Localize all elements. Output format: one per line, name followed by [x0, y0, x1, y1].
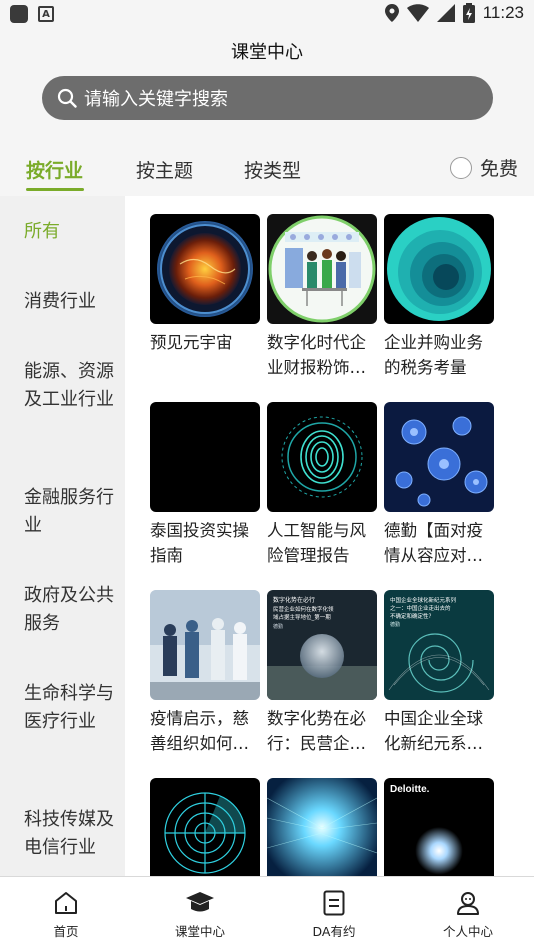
nav-label: DA有约 — [312, 924, 356, 939]
course-title: 预见元宇宙 — [150, 333, 233, 352]
course-card[interactable] — [267, 778, 379, 876]
course-title: 中国企业全球化新纪元系… — [384, 709, 483, 753]
course-title: 人工智能与风险管理报告 — [267, 521, 366, 565]
battery-icon — [462, 3, 475, 23]
course-title: 疫情启示，慈善组织如何… — [150, 709, 249, 753]
thumb-text-line: 德勤 — [273, 623, 283, 630]
course-card[interactable]: 疫情启示，慈善组织如何… — [150, 590, 262, 756]
course-title: 数字化势在必行：民营企… — [267, 709, 366, 753]
nav-home[interactable]: 首页 — [26, 889, 106, 940]
course-thumbnail: 中国企业全球化新纪元系列 之一：中国企业走出去的 不确定和确定性？ 德勤 — [384, 590, 494, 700]
course-thumbnail — [150, 402, 260, 512]
thumb-text-line: 德勤 — [390, 621, 400, 628]
course-card[interactable]: 人工智能与风险管理报告 — [267, 402, 379, 568]
course-card[interactable]: 企业并购业务的税务考量 — [384, 214, 496, 380]
course-thumbnail — [267, 402, 377, 512]
course-thumbnail: 数字化势在必行 民营企业如何在数字化领 域占据主导地位_第一期 德勤 — [267, 590, 377, 700]
course-card[interactable]: 数字化时代企业财报粉饰… — [267, 214, 379, 380]
search-placeholder: 请输入关键字搜索 — [84, 89, 228, 110]
course-card[interactable]: 预见元宇宙 — [150, 214, 262, 380]
free-filter-label: 免费 — [479, 158, 518, 180]
document-icon — [294, 889, 374, 917]
nav-label: 个人中心 — [442, 924, 493, 939]
course-card[interactable]: 泰国投资实操指南 — [150, 402, 262, 568]
graduation-cap-icon — [160, 889, 240, 917]
status-time: 11:23 — [482, 3, 524, 22]
course-card[interactable]: 数字化势在必行 民营企业如何在数字化领 域占据主导地位_第一期 德勤 数字化势在… — [267, 590, 379, 756]
industry-sidebar: 所有 消费行业 能源、资源及工业行业 金融服务行业 政府及公共服务 生命科学与医… — [0, 196, 125, 876]
course-thumbnail — [267, 214, 377, 324]
thumb-text-line: 数字化势在必行 — [273, 596, 315, 604]
course-card[interactable] — [150, 778, 262, 876]
sidebar-item-energy[interactable]: 能源、资源及工业行业 — [24, 358, 114, 414]
course-card[interactable]: 中国企业全球化新纪元系列 之一：中国企业走出去的 不确定和确定性？ 德勤 中国企… — [384, 590, 496, 756]
thumb-text-line: 域占据主导地位_第一期 — [273, 613, 331, 621]
search-input[interactable]: 请输入关键字搜索 — [42, 76, 493, 120]
sidebar-item-all[interactable]: 所有 — [24, 218, 114, 246]
sidebar-item-government[interactable]: 政府及公共服务 — [24, 582, 114, 638]
signal-icon — [436, 4, 455, 22]
sidebar-item-financial[interactable]: 金融服务行业 — [24, 484, 114, 540]
course-thumbnail — [150, 590, 260, 700]
thumb-text-line: 民营企业如何在数字化领 — [273, 605, 334, 613]
search-icon — [56, 87, 78, 109]
tab-by-industry[interactable]: 按行业 — [26, 156, 83, 183]
tab-by-topic[interactable]: 按主题 — [136, 156, 193, 183]
page-title: 课堂中心 — [231, 42, 303, 63]
course-thumbnail — [150, 214, 260, 324]
nav-da-appointment[interactable]: DA有约 — [294, 889, 374, 940]
search-area: 请输入关键字搜索 — [0, 76, 534, 136]
thumb-text-line: 中国企业全球化新纪元系列 — [390, 596, 457, 604]
course-thumbnail: Deloitte. — [384, 778, 494, 876]
nav-classroom[interactable]: 课堂中心 — [160, 889, 240, 940]
course-card[interactable]: Deloitte. — [384, 778, 496, 876]
home-icon — [26, 889, 106, 917]
course-title: 数字化时代企业财报粉饰… — [267, 333, 366, 377]
nav-label: 课堂中心 — [174, 924, 225, 939]
wifi-icon — [406, 4, 429, 22]
course-thumbnail — [384, 214, 494, 324]
course-title: 企业并购业务的税务考量 — [384, 333, 483, 377]
notification-a-icon: A — [38, 6, 54, 22]
sidebar-item-consumer[interactable]: 消费行业 — [24, 288, 114, 316]
sidebar-item-tech-media[interactable]: 科技传媒及电信行业 — [24, 806, 114, 862]
location-icon — [384, 4, 399, 22]
thumb-text-line: 不确定和确定性？ — [390, 612, 434, 620]
nav-label: 首页 — [53, 924, 79, 939]
course-title: 德勤【面对疫情从容应对… — [384, 521, 483, 565]
free-radio-icon — [449, 156, 472, 179]
course-title: 泰国投资实操指南 — [150, 521, 249, 565]
app-header: 课堂中心 — [0, 28, 534, 76]
status-bar: A 11:23 — [0, 0, 534, 28]
course-thumbnail — [267, 778, 377, 876]
thumb-text-line: 之一：中国企业走出去的 — [390, 604, 451, 612]
notification-app-icon — [10, 5, 28, 23]
free-filter-toggle[interactable]: 免费 — [449, 154, 518, 181]
tab-by-type[interactable]: 按类型 — [244, 156, 301, 183]
category-tabs: 按行业 按主题 按类型 免费 — [0, 136, 534, 196]
course-grid: 预见元宇宙 数字化时代企业财报粉饰… 企业并购业务的税务考量 泰国投资实操指南 … — [125, 196, 534, 876]
nav-profile[interactable]: 个人中心 — [428, 889, 508, 940]
course-thumbnail — [384, 402, 494, 512]
bottom-navigation: 首页 课堂中心 DA有约 个人中心 — [0, 876, 534, 950]
sidebar-item-life-sciences[interactable]: 生命科学与医疗行业 — [24, 680, 114, 736]
course-thumbnail — [150, 778, 260, 876]
course-card[interactable]: 德勤【面对疫情从容应对… — [384, 402, 496, 568]
deloitte-logo-text: Deloitte. — [390, 784, 430, 795]
person-icon — [428, 889, 508, 917]
active-tab-indicator — [26, 188, 84, 191]
